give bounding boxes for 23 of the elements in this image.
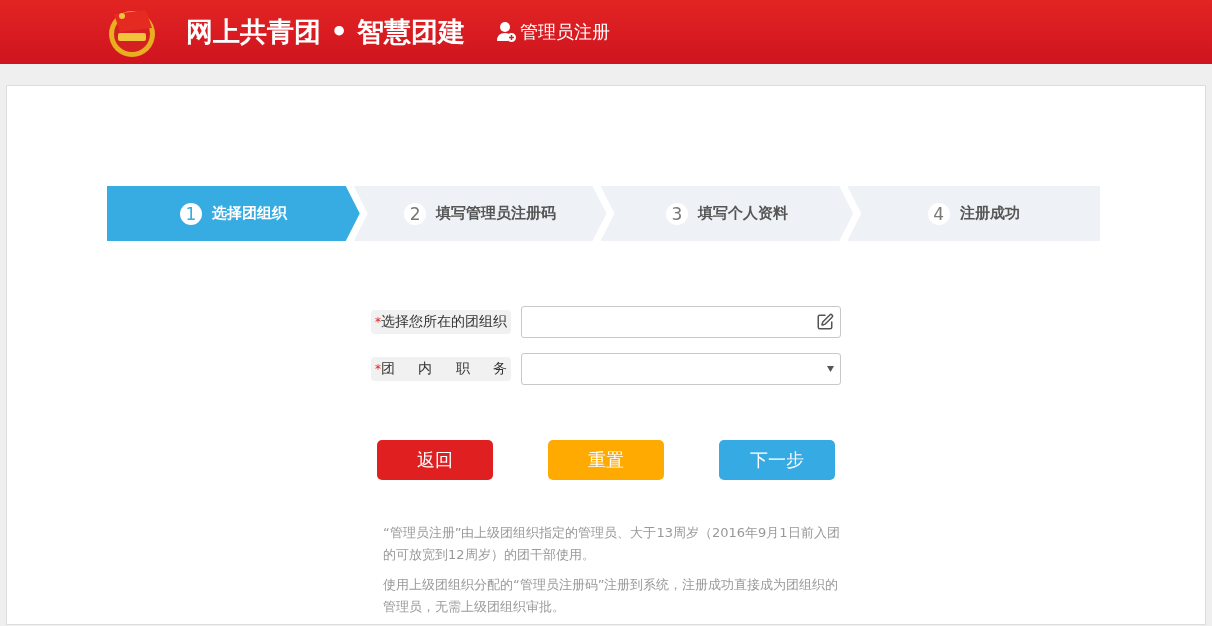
label-text: 选择您所在的团组织 <box>381 313 507 331</box>
step-number: 2 <box>404 202 427 225</box>
action-button[interactable]: 下一步 <box>719 440 835 480</box>
required-mark: * <box>375 362 381 376</box>
step-number: 4 <box>927 202 950 225</box>
step-number: 3 <box>665 202 688 225</box>
site-title: 网上共青团 • 智慧团建 <box>186 15 466 49</box>
step-label: 注册成功 <box>959 204 1020 223</box>
note-text: 使用上级团组织分配的“管理员注册码”注册到系统，注册成功直接成为团组织的管理员，无需上级团组织审批。 <box>383 576 840 616</box>
step-label: 填写管理员注册码 <box>436 204 557 223</box>
input-field[interactable] <box>521 306 841 338</box>
required-mark: * <box>375 315 381 329</box>
step-label: 选择团组织 <box>211 204 287 223</box>
select-field[interactable] <box>521 353 841 385</box>
label-text: 团 内 职 务 <box>381 360 507 378</box>
user-add-icon <box>497 21 518 43</box>
step-label: 填写个人资料 <box>697 204 788 223</box>
caret-icon <box>827 366 834 372</box>
action-button[interactable]: 返回 <box>377 440 493 480</box>
note-text: “管理员注册”由上级团组织指定的管理员、大于13周岁（2016年9月1日前入团的可放宽到12周岁）的团干部使用。 <box>383 524 841 564</box>
admin-register-link[interactable]: 管理员注册 <box>497 20 611 44</box>
step-number: 1 <box>179 202 202 225</box>
edit-icon <box>816 313 834 331</box>
